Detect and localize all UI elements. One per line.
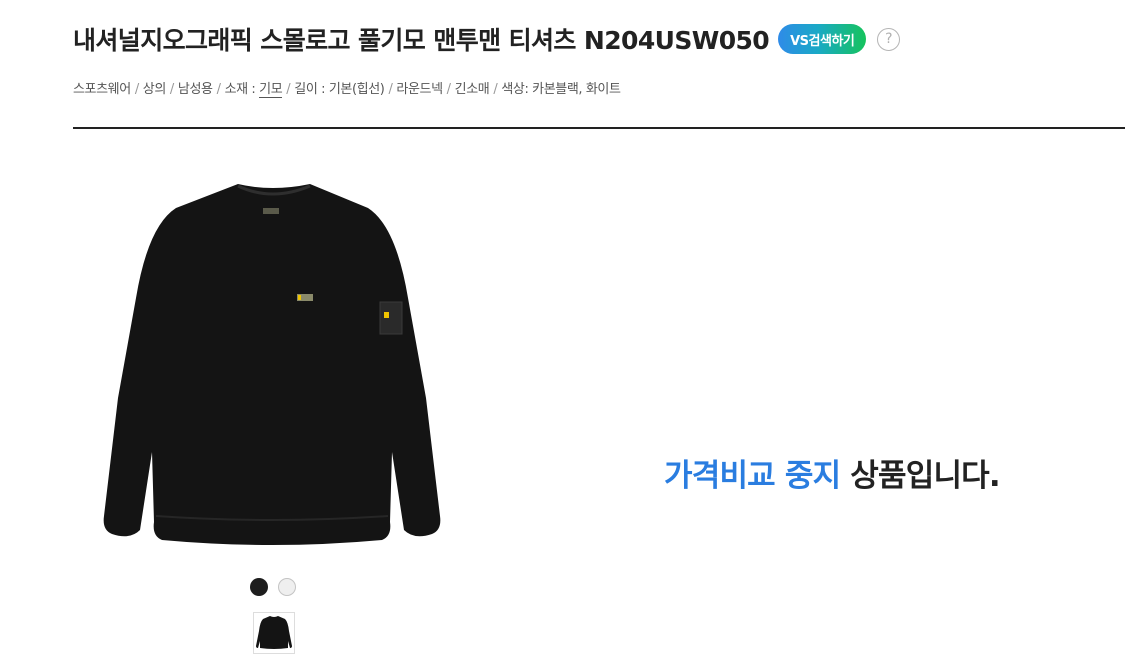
product-image[interactable]: [96, 178, 448, 550]
neck-label: [263, 208, 279, 214]
color-swatches: [250, 578, 296, 596]
thumbnail-image: [256, 616, 292, 649]
spec-separator: /: [216, 82, 221, 97]
product-title: 내셔널지오그래픽 스몰로고 풀기모 맨투맨 티셔츠 N204USW050: [73, 26, 770, 55]
swatch-white[interactable]: [278, 578, 296, 596]
spec-neck: 라운드넥: [396, 82, 443, 97]
sweatshirt-body: [103, 184, 441, 545]
sleeve-patch: [379, 301, 403, 335]
spec-material-key: 소재 :: [224, 82, 256, 97]
spec-color-key: 색상:: [501, 82, 529, 97]
thumbnail-sweatshirt: [256, 616, 292, 649]
title-row: 내셔널지오그래픽 스몰로고 풀기모 맨투맨 티셔츠 N204USW050 VS검…: [73, 19, 901, 59]
product-thumbnail[interactable]: [253, 612, 295, 654]
notice-text: 상품입니다.: [840, 458, 1000, 494]
spec-separator: /: [388, 82, 393, 97]
spec-category-sportswear: 스포츠웨어: [73, 82, 131, 97]
swatch-carbon-black[interactable]: [250, 578, 268, 596]
spec-category-top: 상의: [142, 82, 167, 97]
spec-list: 스포츠웨어 / 상의 / 남성용 / 소재 : 기모 / 길이 : 기본(힙선) / 라운드넥 / 긴소…: [73, 78, 621, 98]
price-compare-stopped-notice: 가격비교 중지 상품입니다.: [664, 450, 1001, 495]
spec-separator: /: [169, 82, 174, 97]
spec-separator: /: [446, 82, 451, 97]
vs-search-button[interactable]: VS검색하기: [778, 24, 867, 54]
chest-logo-mark: [298, 295, 301, 300]
header-divider: [73, 127, 1125, 129]
spec-length-value: 기본(힙선): [328, 82, 385, 97]
spec-gender: 남성용: [177, 82, 213, 97]
sleeve-patch-logo: [384, 312, 389, 318]
spec-sleeve: 긴소매: [454, 82, 490, 97]
spec-separator: /: [134, 82, 139, 97]
help-icon[interactable]: ?: [877, 27, 901, 51]
spec-color-value: 카본블랙, 화이트: [532, 82, 621, 97]
spec-separator: /: [493, 82, 498, 97]
spec-length-key: 길이 :: [294, 82, 326, 97]
notice-highlight: 가격비교 중지: [664, 458, 841, 494]
spec-separator: /: [286, 82, 291, 97]
spec-material-value[interactable]: 기모: [259, 82, 283, 98]
